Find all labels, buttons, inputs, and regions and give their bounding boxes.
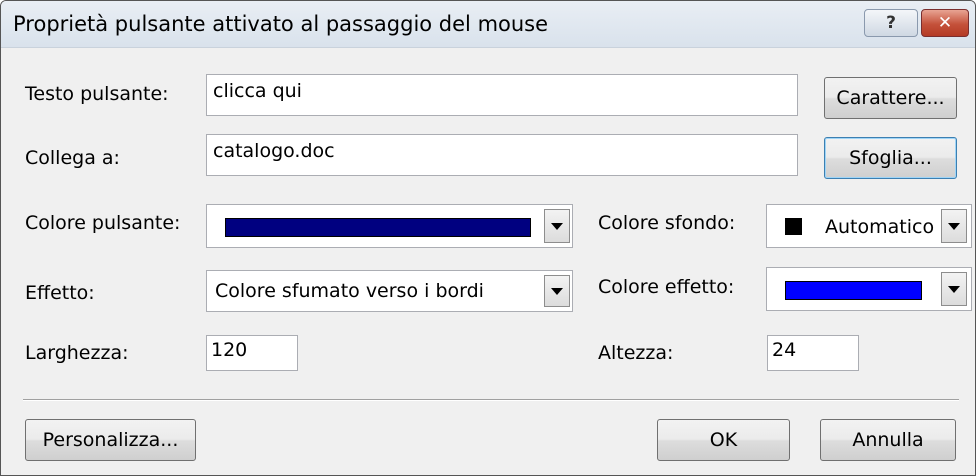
button-color-dropdown[interactable] — [544, 209, 570, 243]
effect-select[interactable]: Colore sfumato verso i bordi — [206, 270, 573, 312]
link-input[interactable]: catalogo.doc — [206, 134, 798, 176]
effect-dropdown[interactable] — [544, 275, 570, 307]
width-label: Larghezza: — [25, 342, 129, 364]
button-text-input[interactable]: clicca qui — [206, 74, 798, 116]
cancel-button[interactable]: Annulla — [820, 419, 956, 461]
customize-button[interactable]: Personalizza... — [25, 419, 196, 461]
button-text-label: Testo pulsante: — [25, 83, 169, 105]
button-color-swatch — [225, 218, 531, 237]
browse-button[interactable]: Sfoglia... — [824, 137, 957, 179]
effect-label: Effetto: — [25, 282, 95, 304]
help-button[interactable]: ? — [864, 9, 918, 37]
height-label: Altezza: — [598, 342, 674, 364]
divider — [23, 399, 959, 401]
background-color-swatch — [785, 218, 802, 235]
height-input[interactable]: 24 — [767, 335, 859, 371]
effect-value: Colore sfumato verso i bordi — [215, 280, 484, 302]
button-color-label: Colore pulsante: — [25, 212, 181, 234]
width-input[interactable]: 120 — [206, 335, 298, 371]
font-button[interactable]: Carattere... — [824, 77, 957, 119]
effect-color-swatch — [785, 281, 922, 300]
effect-color-label: Colore effetto: — [598, 276, 735, 298]
button-properties-dialog: Proprietà pulsante attivato al passaggio… — [0, 0, 976, 476]
background-color-dropdown[interactable] — [941, 209, 967, 243]
ok-button[interactable]: OK — [657, 419, 790, 461]
dialog-title: Proprietà pulsante attivato al passaggio… — [13, 12, 549, 36]
chevron-down-icon — [948, 222, 960, 230]
help-icon: ? — [886, 13, 896, 33]
title-bar: Proprietà pulsante attivato al passaggio… — [1, 1, 975, 48]
chevron-down-icon — [948, 285, 960, 293]
chevron-down-icon — [551, 222, 563, 230]
background-color-select[interactable]: Automatico — [766, 204, 972, 248]
effect-color-select[interactable] — [766, 267, 972, 311]
background-color-label: Colore sfondo: — [598, 212, 736, 234]
effect-color-dropdown[interactable] — [941, 272, 967, 306]
close-icon: ✕ — [937, 13, 953, 33]
link-label: Collega a: — [25, 147, 120, 169]
chevron-down-icon — [551, 287, 563, 295]
button-color-select[interactable] — [206, 204, 573, 248]
background-color-value: Automatico — [825, 216, 935, 238]
close-button[interactable]: ✕ — [921, 9, 969, 37]
